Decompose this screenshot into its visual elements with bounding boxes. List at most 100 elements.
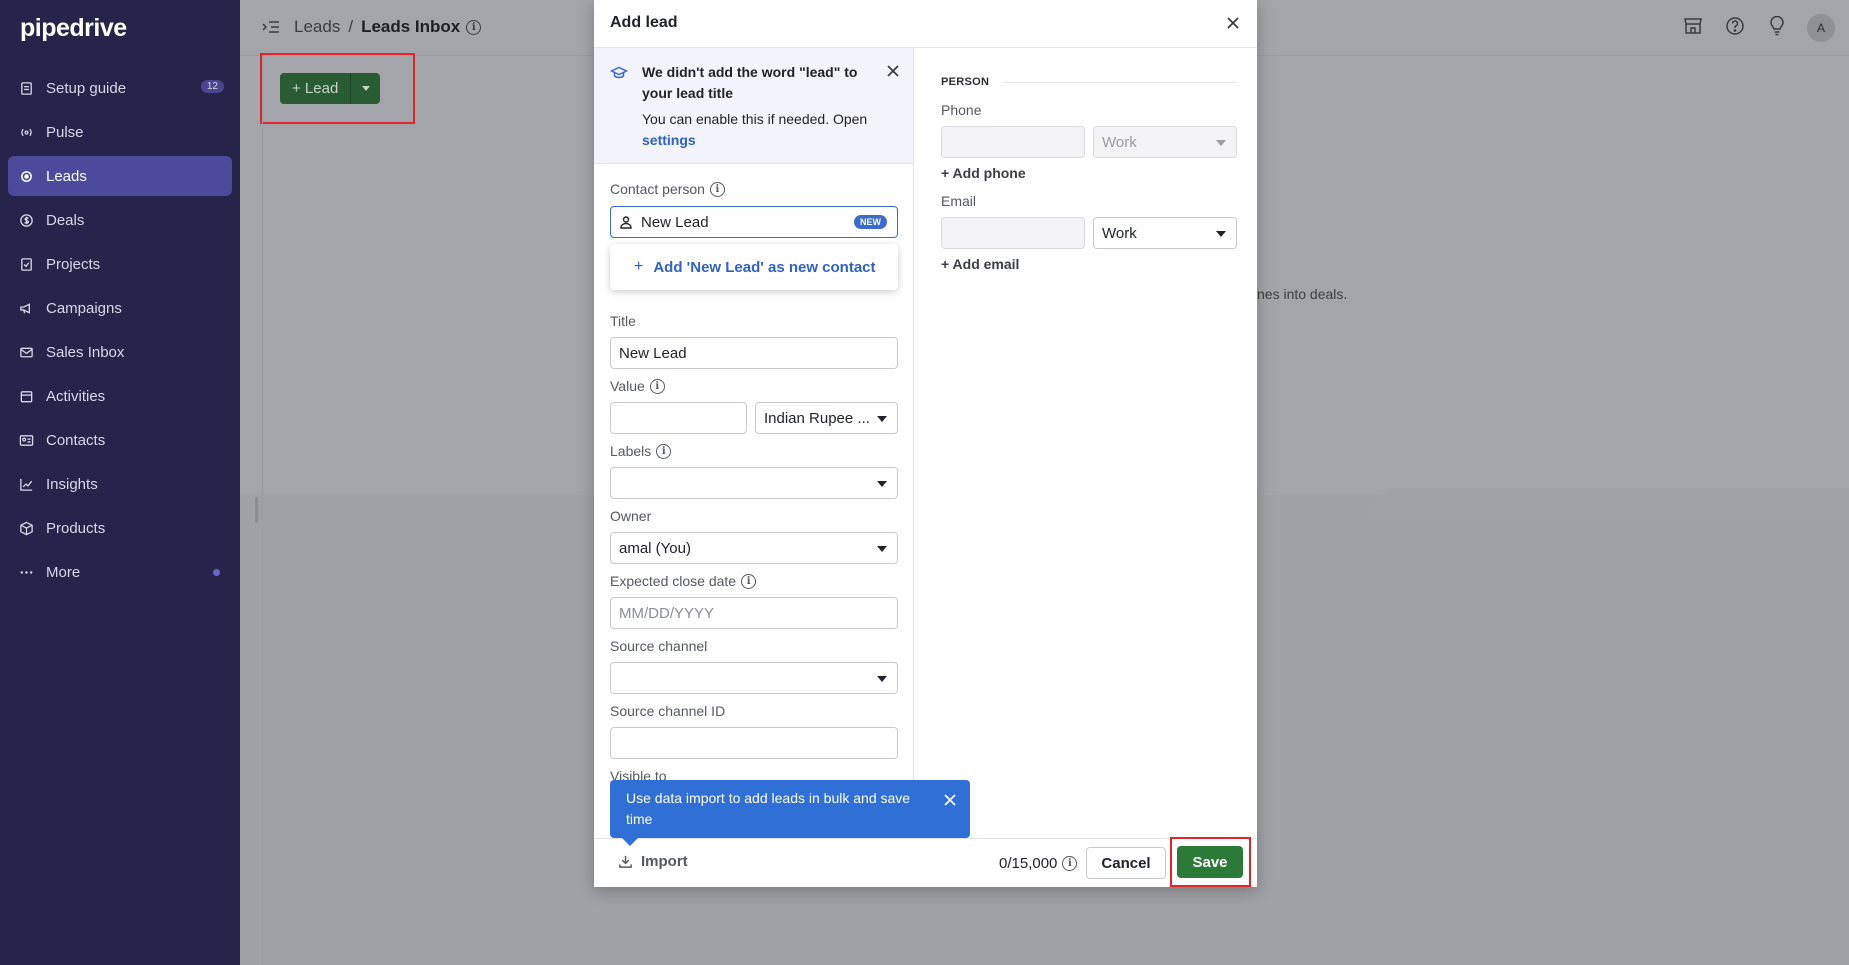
info-icon[interactable]: i xyxy=(656,443,672,459)
checklist-icon xyxy=(18,256,34,272)
settings-link[interactable]: settings xyxy=(642,132,696,148)
currency-select[interactable]: Indian Rupee ... xyxy=(755,402,898,434)
mail-icon xyxy=(18,344,34,360)
sidebar-item-label: Leads xyxy=(46,167,87,185)
title-label: Title xyxy=(610,313,636,329)
download-icon xyxy=(618,854,633,869)
email-label: Email xyxy=(941,193,977,209)
sidebar-item-projects[interactable]: Projects xyxy=(8,244,232,284)
sidebar: pipedrive Setup guide 12 Pulse Leads Dea… xyxy=(0,0,240,965)
breadcrumb: Leads / Leads Inbox i xyxy=(262,17,482,37)
lead-form: We didn't add the word "lead" to your le… xyxy=(594,48,914,838)
notification-dot xyxy=(213,569,220,576)
background-curve xyxy=(1370,488,1849,518)
source-channel-select[interactable] xyxy=(610,662,898,694)
expected-close-date-input[interactable]: MM/DD/YYYY xyxy=(610,597,898,629)
save-button[interactable]: Save xyxy=(1177,846,1243,878)
source-channel-label: Source channel xyxy=(610,638,708,654)
contact-card-icon xyxy=(18,432,34,448)
new-badge: NEW xyxy=(854,215,887,229)
cancel-button[interactable]: Cancel xyxy=(1086,847,1166,879)
avatar[interactable]: A xyxy=(1807,14,1835,42)
sidebar-item-label: Sales Inbox xyxy=(46,343,125,361)
sidebar-item-insights[interactable]: Insights xyxy=(8,464,232,504)
sidebar-item-campaigns[interactable]: Campaigns xyxy=(8,288,232,328)
modal-header: Add lead xyxy=(594,0,1257,48)
owner-select[interactable]: amal (You) xyxy=(610,532,898,564)
add-new-contact-option[interactable]: + Add 'New Lead' as new contact xyxy=(610,244,898,290)
sidebar-item-label: More xyxy=(46,563,81,581)
counter-value: 0/15,000 xyxy=(999,855,1058,872)
sidebar-item-label: Pulse xyxy=(46,123,84,141)
pipedrive-logo[interactable]: pipedrive xyxy=(20,14,127,43)
resize-handle[interactable] xyxy=(255,497,258,523)
sidebar-item-label: Deals xyxy=(46,211,85,229)
notice-close-icon[interactable] xyxy=(884,62,902,80)
info-icon[interactable]: i xyxy=(709,181,725,197)
add-phone-button[interactable]: + Add phone xyxy=(941,165,1026,181)
phone-type-select[interactable]: Work xyxy=(1093,126,1237,158)
labels-select[interactable] xyxy=(610,467,898,499)
contact-person-value: New Lead xyxy=(641,213,709,231)
sidebar-item-label: Setup guide xyxy=(46,79,127,97)
email-type-select[interactable]: Work xyxy=(1093,217,1237,249)
sidebar-item-activities[interactable]: Activities xyxy=(8,376,232,416)
sidebar-item-pulse[interactable]: Pulse xyxy=(8,112,232,152)
email-input[interactable] xyxy=(941,217,1085,249)
add-lead-button[interactable]: + Lead xyxy=(280,73,351,104)
tooltip-close-icon[interactable] xyxy=(942,792,958,808)
info-icon[interactable]: i xyxy=(741,573,757,589)
title-input[interactable]: New Lead xyxy=(610,337,898,369)
chevron-down-icon xyxy=(877,481,887,487)
sidebar-item-contacts[interactable]: Contacts xyxy=(8,420,232,460)
import-label: Import xyxy=(641,853,688,870)
labels-label: Labels i xyxy=(610,443,672,459)
phone-input[interactable] xyxy=(941,126,1085,158)
breadcrumb-leads[interactable]: Leads xyxy=(294,17,340,37)
info-icon[interactable]: i xyxy=(649,378,665,394)
add-email-button[interactable]: + Add email xyxy=(941,256,1019,272)
sidebar-item-label: Campaigns xyxy=(46,299,122,317)
chevron-down-icon xyxy=(1216,140,1226,146)
notice-text: You can enable this if needed. Open xyxy=(642,111,868,127)
top-icons: A xyxy=(1681,14,1835,42)
sidebar-item-products[interactable]: Products xyxy=(8,508,232,548)
info-icon[interactable]: i xyxy=(1062,856,1078,871)
sidebar-item-deals[interactable]: Deals xyxy=(8,200,232,240)
info-icon[interactable]: i xyxy=(466,19,482,35)
lightbulb-icon[interactable] xyxy=(1765,14,1789,38)
sidebar-item-more[interactable]: More xyxy=(8,552,232,592)
chevron-down-icon xyxy=(877,416,887,422)
source-channel-id-input[interactable] xyxy=(610,727,898,759)
value-amount-input[interactable] xyxy=(610,402,747,434)
clipboard-icon xyxy=(18,80,34,96)
modal-footer: Import 0/15,000 i Cancel Save xyxy=(594,837,1257,887)
sidebar-item-label: Contacts xyxy=(46,431,106,449)
currency-value: Indian Rupee ... xyxy=(764,409,870,427)
chevron-down-icon xyxy=(1216,231,1226,237)
phone-label: Phone xyxy=(941,102,982,118)
panel-divider xyxy=(262,56,263,965)
tooltip-text: Use data import to add leads in bulk and… xyxy=(626,790,911,827)
calendar-icon xyxy=(18,388,34,404)
chevron-down-icon xyxy=(361,86,370,91)
dollar-icon xyxy=(18,212,34,228)
import-button[interactable]: Import xyxy=(618,853,688,870)
add-lead-dropdown[interactable] xyxy=(350,73,381,104)
sidebar-item-setup-guide[interactable]: Setup guide 12 xyxy=(8,68,232,108)
help-icon[interactable] xyxy=(1723,14,1747,38)
contact-person-input[interactable]: New Lead NEW xyxy=(610,206,898,238)
person-section-title: PERSON xyxy=(941,76,990,88)
chart-icon xyxy=(18,476,34,492)
close-icon[interactable] xyxy=(1223,13,1243,33)
more-icon xyxy=(18,564,34,580)
sidebar-item-sales-inbox[interactable]: Sales Inbox xyxy=(8,332,232,372)
marketplace-icon[interactable] xyxy=(1681,14,1705,38)
background-hint: nes into deals. xyxy=(1257,286,1348,302)
breadcrumb-leads-inbox[interactable]: Leads Inbox xyxy=(361,17,460,37)
collapse-sidebar-icon[interactable] xyxy=(262,19,280,35)
source-channel-id-label: Source channel ID xyxy=(610,703,726,719)
sidebar-item-label: Insights xyxy=(46,475,98,493)
suggest-label: Add 'New Lead' as new contact xyxy=(653,258,876,276)
sidebar-item-leads[interactable]: Leads xyxy=(8,156,232,196)
